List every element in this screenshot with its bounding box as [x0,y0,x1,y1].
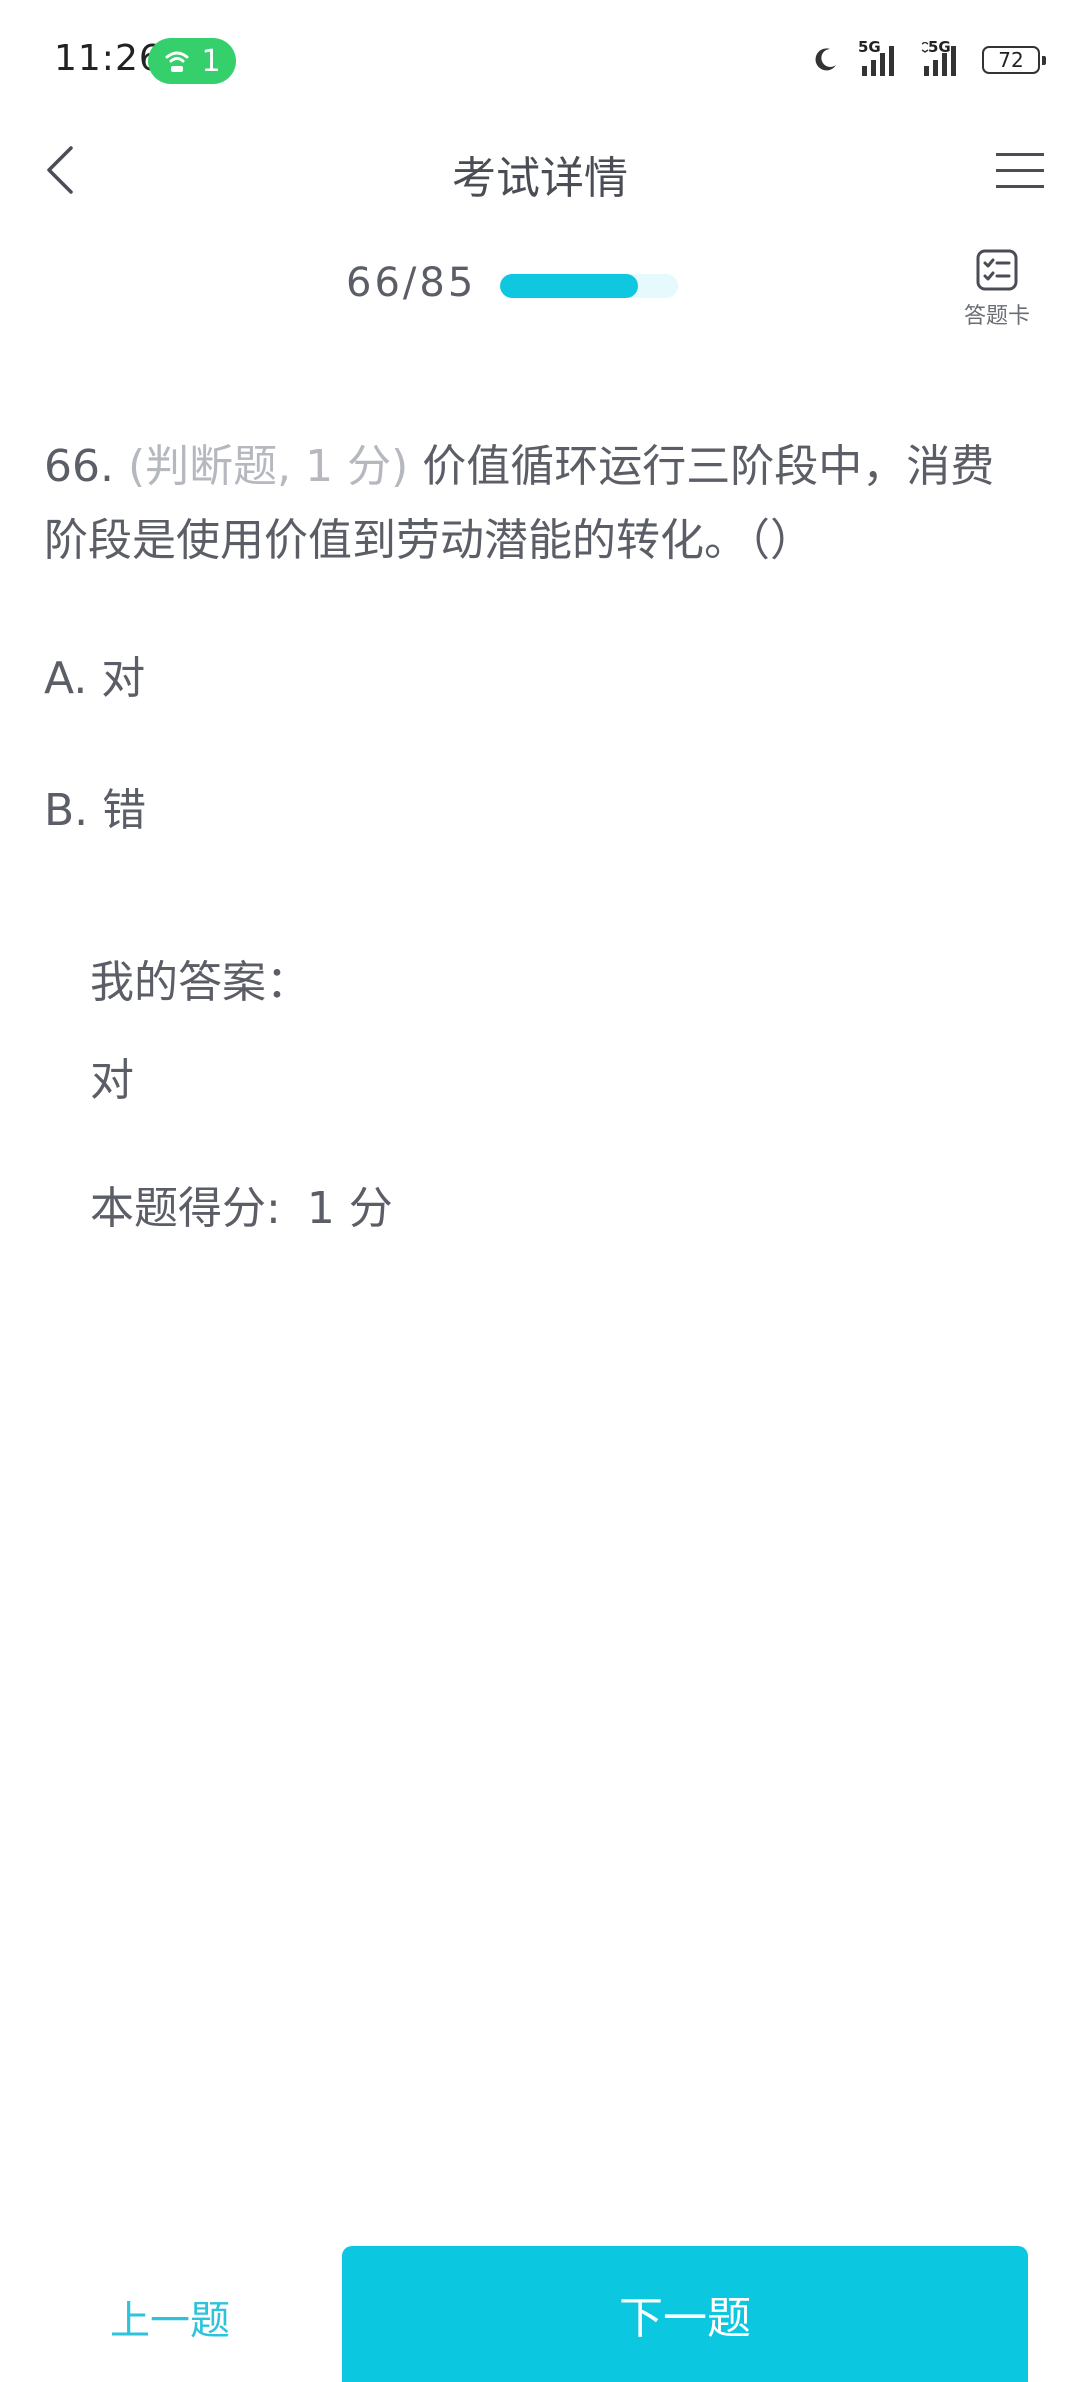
progress-bar [500,274,678,298]
hotspot-indicator: 1 [148,38,236,84]
answer-card-label: 答题卡 [963,304,1030,329]
signal-bars-data-icon [921,42,956,76]
signal-bars-icon [862,46,894,76]
score-label: 本题得分: [90,1183,281,1234]
question-type: (判断题, 1 分) [127,441,409,492]
my-answer-label: 我的答案： [90,957,310,1008]
checklist-icon [976,249,1018,291]
my-answer-value: 对 [90,1055,134,1106]
page-title: 考试详情 [452,153,628,204]
hotspot-icon [165,51,189,72]
score-value: 1 分 [306,1183,393,1234]
answer-card-button[interactable]: 答题卡 [942,248,1052,344]
option-a[interactable]: A. 对 [44,642,145,706]
moon-icon [815,48,836,71]
hamburger-line [996,184,1044,188]
bottom-bar: 上一题 下一题 [0,2246,1080,2382]
exam-detail-screen: 11:26 1 5G 5G 72 考试详情 66/85 答题卡 66. (判断题… [0,0,1080,2382]
question-number: 66. [44,441,114,492]
next-question-button[interactable]: 下一题 [342,2246,1028,2382]
hamburger-line [996,152,1044,156]
question-progress-text: 66/85 [346,260,477,306]
question-text-block: 66. (判断题, 1 分) 价值循环运行三阶段中，消费阶段是使用价值到劳动潜能… [44,430,1034,578]
prev-question-button[interactable]: 上一题 [60,2286,280,2356]
hamburger-line [996,168,1044,172]
progress-row: 66/85 答题卡 [0,240,1080,350]
score-line: 本题得分: 1 分 [90,1172,393,1236]
status-time: 11:26 [54,38,163,79]
nav-bar: 考试详情 [0,120,1080,220]
status-icons: 5G 5G 72 [810,38,1046,78]
status-bar: 11:26 1 5G 5G 72 [0,0,1080,120]
signal-strength-sim1: 5G [858,38,902,78]
signal-strength-sim2: 5G [920,38,964,78]
progress-bar-fill [500,274,639,298]
menu-button[interactable] [988,142,1052,198]
hotspot-count: 1 [201,43,221,79]
option-b[interactable]: B. 错 [44,774,146,838]
battery-indicator: 72 [982,46,1046,74]
